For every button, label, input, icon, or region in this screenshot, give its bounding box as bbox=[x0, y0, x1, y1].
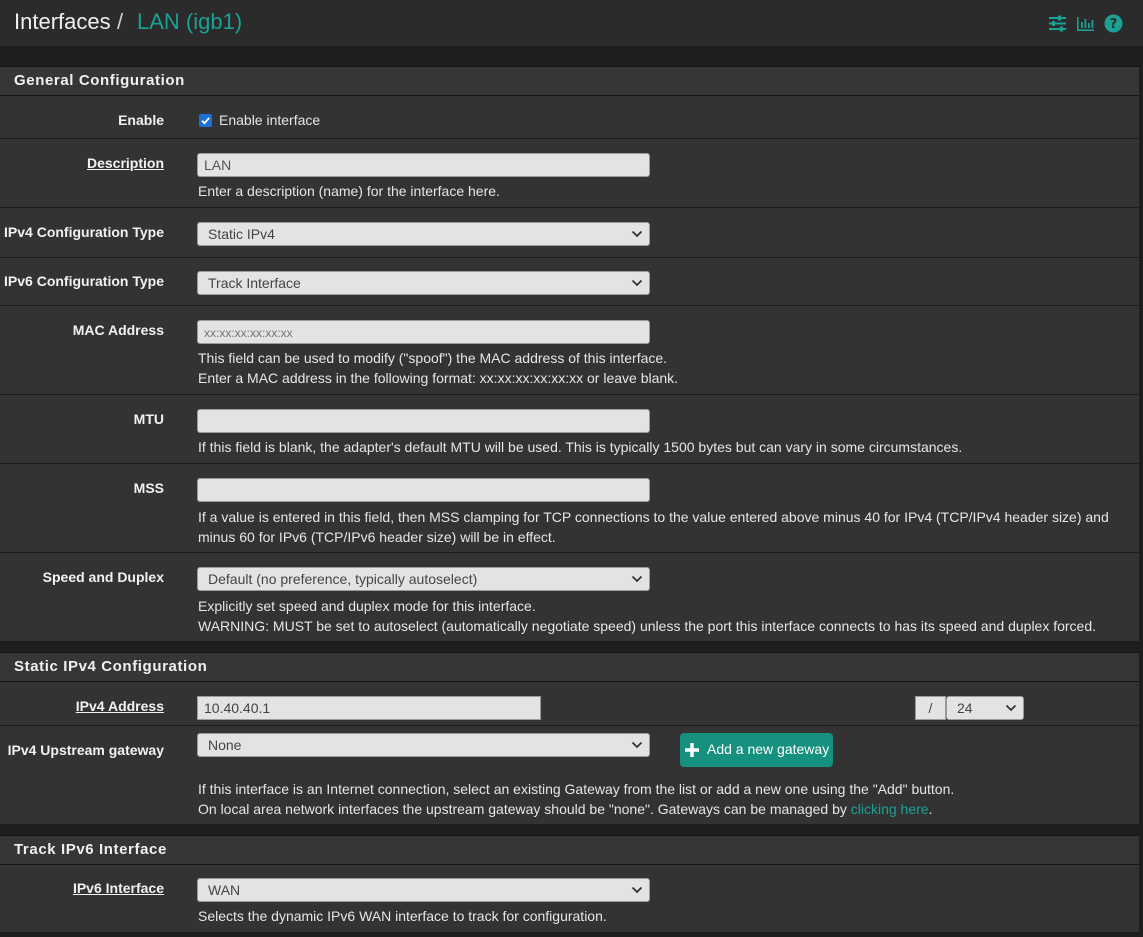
description-label[interactable]: Description bbox=[87, 155, 164, 171]
top-bar: Interfaces / LAN (igb1) ? bbox=[0, 0, 1143, 46]
ipv4-prefix-select[interactable]: 24 bbox=[946, 696, 1024, 720]
ipv6-interface-select[interactable]: WAN bbox=[197, 878, 650, 902]
enable-label: Enable bbox=[118, 112, 164, 128]
speed-duplex-label: Speed and Duplex bbox=[42, 569, 164, 585]
gateways-link[interactable]: clicking here bbox=[851, 801, 929, 817]
ipv4-gateway-select[interactable]: None bbox=[197, 733, 650, 757]
ipv4-gateway-label: IPv4 Upstream gateway bbox=[7, 742, 164, 758]
svg-text:?: ? bbox=[1110, 17, 1118, 32]
enable-row: Enable Enable interface bbox=[0, 96, 1139, 139]
mss-label: MSS bbox=[133, 480, 164, 496]
gateway-help-text: On local area network interfaces the ups… bbox=[198, 801, 851, 817]
description-help: Enter a description (name) for the inter… bbox=[198, 183, 500, 199]
bar-chart-icon[interactable] bbox=[1076, 14, 1095, 33]
prefix-slash-addon: / bbox=[915, 696, 946, 720]
mac-help-line1: This field can be used to modify ("spoof… bbox=[198, 350, 668, 366]
gateway-help-line2: On local area network interfaces the ups… bbox=[198, 799, 932, 819]
mac-address-row: MAC Address This field can be used to mo… bbox=[0, 306, 1139, 395]
select-value: WAN bbox=[208, 882, 241, 898]
ipv6-type-label: IPv6 Configuration Type bbox=[4, 273, 164, 289]
select-value: Default (no preference, typically autose… bbox=[208, 571, 478, 587]
enable-checkbox-label[interactable]: Enable interface bbox=[219, 110, 320, 130]
chevron-down-icon bbox=[1005, 704, 1017, 712]
description-input[interactable] bbox=[197, 153, 650, 177]
breadcrumb-current[interactable]: LAN (igb1) bbox=[137, 9, 242, 35]
select-value: 24 bbox=[957, 700, 973, 716]
mtu-label: MTU bbox=[133, 411, 164, 427]
mss-help-line1: If a value is entered in this field, the… bbox=[198, 509, 1109, 525]
select-value: Static IPv4 bbox=[208, 226, 275, 242]
mss-row: MSS If a value is entered in this field,… bbox=[0, 464, 1139, 553]
enable-checkbox[interactable] bbox=[199, 114, 212, 127]
mtu-help: If this field is blank, the adapter's de… bbox=[198, 439, 963, 455]
ipv4-type-select[interactable]: Static IPv4 bbox=[197, 222, 650, 246]
gateway-help-line1: If this interface is an Internet connect… bbox=[198, 781, 955, 797]
chevron-down-icon bbox=[631, 886, 643, 894]
ipv4-gateway-row: IPv4 Upstream gateway None If this inter… bbox=[0, 726, 1139, 825]
add-gateway-button[interactable]: Add a new gateway bbox=[680, 733, 833, 767]
breadcrumb-separator: / bbox=[117, 9, 124, 34]
chevron-down-icon bbox=[631, 741, 643, 749]
section-title: Track IPv6 Interface bbox=[14, 841, 167, 858]
help-icon[interactable]: ? bbox=[1104, 14, 1123, 33]
ipv4-address-row: IPv4 Address / 24 bbox=[0, 682, 1139, 726]
mss-input[interactable] bbox=[197, 478, 650, 502]
select-value: Track Interface bbox=[208, 275, 301, 291]
add-gateway-label: Add a new gateway bbox=[707, 741, 830, 757]
description-row: Description Enter a description (name) f… bbox=[0, 139, 1139, 208]
speed-duplex-row: Speed and Duplex Default (no preference,… bbox=[0, 553, 1139, 642]
ipv6-type-select[interactable]: Track Interface bbox=[197, 271, 650, 295]
mtu-row: MTU If this field is blank, the adapter'… bbox=[0, 395, 1139, 464]
ipv6-interface-label[interactable]: IPv6 Interface bbox=[73, 880, 164, 896]
plus-icon bbox=[685, 743, 699, 757]
chevron-down-icon bbox=[631, 279, 643, 287]
ipv4-type-label: IPv4 Configuration Type bbox=[4, 224, 164, 240]
static-ipv4-header: Static IPv4 Configuration bbox=[0, 652, 1139, 682]
ipv6-interface-row: IPv6 Interface WAN Selects the dynamic I… bbox=[0, 865, 1139, 933]
select-value: None bbox=[208, 737, 242, 753]
speed-help-line2: WARNING: MUST be set to autoselect (auto… bbox=[198, 618, 1097, 634]
breadcrumb-root[interactable]: Interfaces bbox=[14, 9, 111, 35]
checkmark-icon bbox=[201, 117, 210, 125]
section-title: Static IPv4 Configuration bbox=[14, 658, 208, 675]
ipv4-address-input[interactable] bbox=[197, 696, 541, 720]
mac-address-input[interactable] bbox=[197, 320, 650, 344]
general-configuration-header: General Configuration bbox=[0, 66, 1139, 96]
track-ipv6-header: Track IPv6 Interface bbox=[0, 835, 1139, 865]
chevron-down-icon bbox=[631, 575, 643, 583]
mac-help-line2: Enter a MAC address in the following for… bbox=[198, 370, 679, 386]
gateway-help-end: . bbox=[928, 801, 933, 817]
ipv4-type-row: IPv4 Configuration Type Static IPv4 bbox=[0, 208, 1139, 258]
sliders-icon[interactable] bbox=[1048, 14, 1067, 33]
mss-help-line2: minus 60 for IPv6 (TCP/IPv6 header size)… bbox=[198, 529, 556, 545]
mtu-input[interactable] bbox=[197, 409, 650, 433]
ipv4-address-label[interactable]: IPv4 Address bbox=[76, 698, 164, 714]
speed-duplex-select[interactable]: Default (no preference, typically autose… bbox=[197, 567, 650, 591]
section-title: General Configuration bbox=[14, 72, 185, 89]
ipv6-interface-help: Selects the dynamic IPv6 WAN interface t… bbox=[198, 908, 607, 924]
ipv6-type-row: IPv6 Configuration Type Track Interface bbox=[0, 258, 1139, 306]
speed-help-line1: Explicitly set speed and duplex mode for… bbox=[198, 598, 536, 614]
chevron-down-icon bbox=[631, 230, 643, 238]
mac-address-label: MAC Address bbox=[72, 322, 164, 338]
top-icons: ? bbox=[1048, 14, 1123, 33]
